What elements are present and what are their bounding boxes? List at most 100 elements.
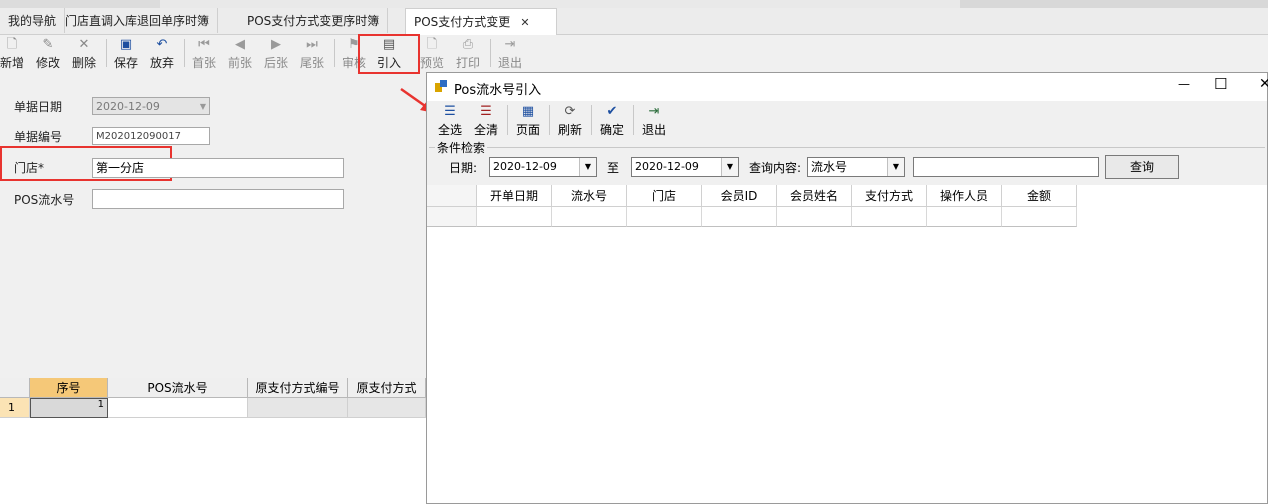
save-button[interactable]: ▣ 保存 [108, 35, 144, 71]
store-label: 门店* [14, 161, 45, 175]
edit-icon: ✎ [42, 37, 54, 52]
dialog-grid-cell[interactable] [1002, 207, 1077, 227]
dialog-grid-cell[interactable] [477, 207, 552, 227]
grid-cell-orig-code[interactable] [248, 398, 348, 418]
dialog-grid-header[interactable]: 操作人员 [927, 185, 1002, 207]
date-to-picker[interactable]: 2020-12-09 ▼ [631, 157, 739, 177]
dialog-grid-cell[interactable] [852, 207, 927, 227]
dialog-grid-header[interactable]: 门店 [627, 185, 702, 207]
date-field[interactable]: 2020-12-09 ▼ [92, 97, 210, 115]
toolbar-separator [549, 105, 550, 135]
first-button[interactable]: ⏮ 首张 [186, 35, 222, 71]
toolbar-separator [334, 39, 335, 67]
to-label: 至 [607, 161, 620, 175]
maximize-button[interactable]: ☐ [1214, 75, 1227, 93]
tab-my-navigation[interactable]: 我的导航 [0, 8, 66, 33]
dialog-grid-header[interactable]: 会员姓名 [777, 185, 852, 207]
refresh-button[interactable]: ⟳ 刷新 [555, 103, 585, 139]
refresh-icon: ⟳ [564, 104, 576, 119]
tab-store-return-list[interactable]: 门店直调入库退回单序时簿 [57, 8, 219, 33]
dialog-grid-header[interactable]: 会员ID [702, 185, 777, 207]
date-from-value: 2020-12-09 [493, 160, 557, 173]
grid-cell-pos[interactable] [108, 398, 248, 418]
number-field[interactable]: M202012090017 [92, 127, 210, 145]
dialog-grid-cell[interactable] [927, 207, 1002, 227]
store-field[interactable]: 第一分店 [92, 158, 344, 178]
close-icon[interactable]: ✕ [520, 16, 529, 29]
toolbar-separator [633, 105, 634, 135]
import-icon: ▤ [382, 37, 396, 52]
grid-header-orig-method[interactable]: 原支付方式 [348, 378, 426, 398]
last-button[interactable]: ⏭ 尾张 [294, 35, 330, 71]
chevron-down-icon: ▼ [721, 158, 738, 176]
preview-button[interactable]: 🗋 预览 [414, 35, 450, 71]
grid-header-pos[interactable]: POS流水号 [108, 378, 248, 398]
date-value: 2020-12-09 [96, 100, 160, 113]
discard-button[interactable]: ↶ 放弃 [144, 35, 180, 71]
dialog-grid-cell[interactable] [702, 207, 777, 227]
import-button[interactable]: ▤ 引入 [358, 34, 420, 74]
chevron-down-icon: ▼ [887, 158, 904, 176]
detail-grid: 序号 POS流水号 原支付方式编号 原支付方式 1 1 [0, 378, 426, 504]
dialog-grid-cell[interactable] [427, 207, 477, 227]
prev-icon: ◀ [235, 37, 245, 52]
grid-header-orig-code[interactable]: 原支付方式编号 [248, 378, 348, 398]
tab-pos-change-list[interactable]: POS支付方式变更序时簿 [239, 8, 389, 33]
dialog-grid-cell[interactable] [627, 207, 702, 227]
date-from-picker[interactable]: 2020-12-09 ▼ [489, 157, 597, 177]
top-strip-segment [960, 0, 1268, 8]
query-field-select[interactable]: 流水号 ▼ [807, 157, 905, 177]
edit-button[interactable]: ✎ 修改 [30, 35, 66, 71]
print-button[interactable]: ⎙ 打印 [450, 35, 486, 71]
dialog-grid-header[interactable]: 金额 [1002, 185, 1077, 207]
next-icon: ▶ [271, 37, 281, 52]
pos-field[interactable] [92, 189, 344, 209]
exit-icon: ⇥ [504, 37, 516, 52]
dialog-grid-cell[interactable] [552, 207, 627, 227]
query-text-input[interactable] [913, 157, 1099, 177]
next-button[interactable]: ▶ 后张 [258, 35, 294, 71]
clear-all-icon: ☰ [480, 104, 492, 119]
tab-label: POS支付方式变更 [414, 15, 511, 29]
page-button[interactable]: ▦ 页面 [513, 103, 543, 139]
exit-button[interactable]: ⇥ 退出 [639, 103, 669, 139]
filter-group-title: 条件检索 [435, 139, 488, 156]
exit-button[interactable]: ⇥ 退出 [492, 35, 528, 71]
last-icon: ⏭ [306, 37, 318, 52]
new-button[interactable]: 🗋 新增 [0, 35, 30, 71]
tab-pos-change[interactable]: POS支付方式变更 ✕ [405, 8, 557, 35]
dialog-grid-header[interactable]: 支付方式 [852, 185, 927, 207]
prev-button[interactable]: ◀ 前张 [222, 35, 258, 71]
query-button[interactable]: 查询 [1105, 155, 1179, 179]
delete-button[interactable]: ✕ 删除 [66, 35, 102, 71]
chevron-down-icon: ▼ [579, 158, 596, 176]
pos-label: POS流水号 [14, 193, 75, 207]
dialog-toolbar: ☰ 全选 ☰ 全清 ▦ 页面 ⟳ 刷新 ✔ 确定 ⇥ 退出 [427, 101, 1267, 141]
dialog-grid-cell[interactable] [777, 207, 852, 227]
preview-icon: 🗋 [426, 37, 438, 52]
clear-all-button[interactable]: ☰ 全清 [471, 103, 501, 139]
dialog-titlebar: Pos流水号引入 — ☐ ✕ [427, 73, 1268, 101]
confirm-button[interactable]: ✔ 确定 [597, 103, 627, 139]
dialog-grid-header[interactable]: 开单日期 [477, 185, 552, 207]
select-all-icon: ☰ [444, 104, 456, 119]
pos-import-dialog: Pos流水号引入 — ☐ ✕ ☰ 全选 ☰ 全清 ▦ 页面 ⟳ 刷新 ✔ 确定 ⇥ 退出 条… [426, 72, 1268, 504]
select-all-button[interactable]: ☰ 全选 [435, 103, 465, 139]
dialog-title: Pos流水号引入 [454, 83, 542, 98]
toolbar-separator [507, 105, 508, 135]
grid-header-seq[interactable]: 序号 [30, 378, 108, 398]
grid-cell-seq[interactable]: 1 [30, 398, 108, 418]
query-label: 查询内容: [749, 161, 802, 175]
dialog-grid-corner [427, 185, 477, 207]
minimize-button[interactable]: — [1178, 77, 1190, 91]
toolbar-separator [106, 39, 107, 67]
dialog-grid-header[interactable]: 流水号 [552, 185, 627, 207]
save-icon: ▣ [119, 37, 133, 52]
confirm-icon: ✔ [606, 104, 618, 119]
print-icon: ⎙ [462, 37, 474, 52]
row-header[interactable]: 1 [0, 398, 30, 418]
grid-cell-orig-method[interactable] [348, 398, 426, 418]
tab-bar: 我的导航 门店直调入库退回单序时簿 POS支付方式变更序时簿 POS支付方式变更… [0, 8, 1268, 35]
first-icon: ⏮ [198, 37, 210, 52]
close-button[interactable]: ✕ [1259, 76, 1268, 92]
